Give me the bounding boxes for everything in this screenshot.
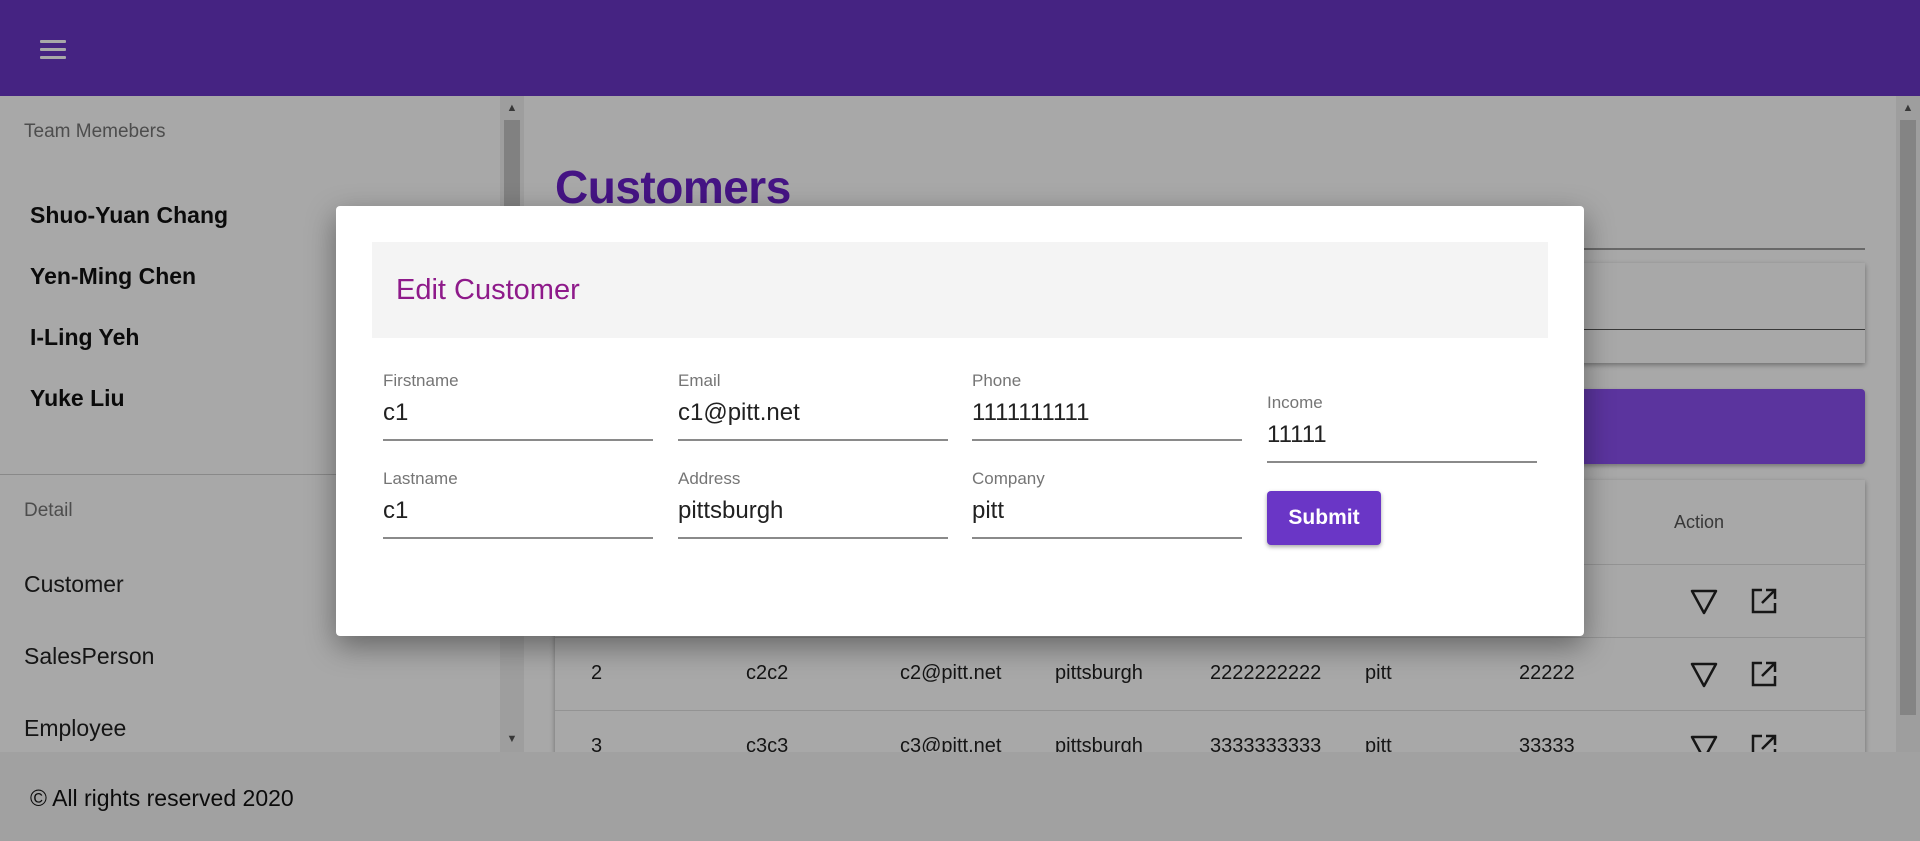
address-label: Address <box>678 469 741 488</box>
phone-label: Phone <box>972 371 1022 390</box>
dialog-title: Edit Customer <box>396 274 580 306</box>
address-input[interactable]: pittsburgh <box>678 493 948 539</box>
income-input[interactable]: 11111 <box>1267 417 1537 463</box>
company-label: Company <box>972 469 1045 488</box>
income-label: Income <box>1267 393 1323 412</box>
firstname-input[interactable]: c1 <box>383 395 653 441</box>
lastname-input[interactable]: c1 <box>383 493 653 539</box>
edit-customer-dialog: Edit Customer Firstname c1 Lastname c1 E… <box>336 206 1584 636</box>
company-input[interactable]: pitt <box>972 493 1242 539</box>
phone-input[interactable]: 1111111111 <box>972 395 1242 441</box>
email-input[interactable]: c1@pitt.net <box>678 395 948 441</box>
submit-button[interactable]: Submit <box>1267 491 1381 545</box>
email-label: Email <box>678 371 721 390</box>
dialog-header: Edit Customer <box>372 242 1548 338</box>
firstname-label: Firstname <box>383 371 459 390</box>
lastname-label: Lastname <box>383 469 458 488</box>
